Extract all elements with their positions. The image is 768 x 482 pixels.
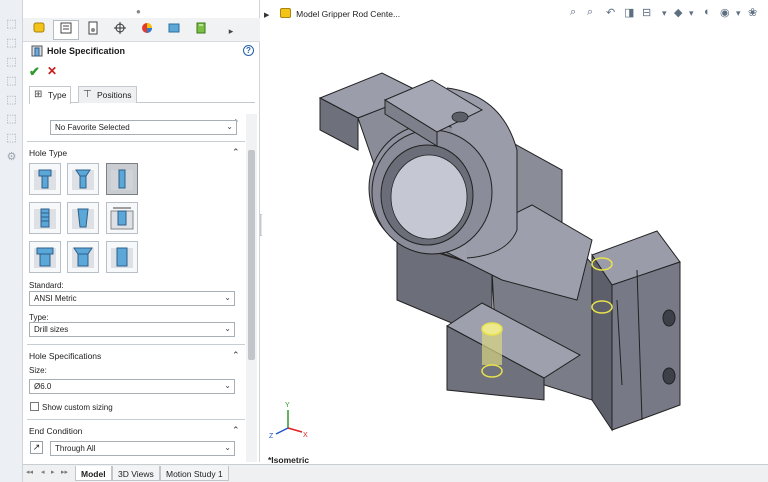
end-condition-value: Through All: [55, 444, 96, 453]
ok-button[interactable]: ✔: [29, 64, 40, 80]
sketch-icon[interactable]: ⬚: [5, 37, 18, 50]
section-divider: [27, 141, 245, 142]
type-tab-icon: ⊞: [34, 89, 43, 100]
chevron-down-icon: ⌄: [224, 324, 231, 333]
weldment-icon[interactable]: ⬚: [5, 113, 18, 126]
tab-label: Positions: [97, 90, 132, 100]
favorite-value: No Favorite Selected: [55, 123, 130, 132]
type-select[interactable]: Drill sizes ⌄: [29, 322, 235, 337]
tab-type[interactable]: ⊞ Type: [29, 86, 72, 104]
standard-value: ANSI Metric: [34, 294, 77, 303]
countersink-slot-icon: [72, 247, 94, 268]
positions-tab-icon: ⊤: [83, 89, 92, 100]
pm-scrollbar-thumb[interactable]: [248, 150, 255, 360]
left-task-strip: ⬚ ⬚ ⬚ ⬚ ⬚ ⬚ ⬚ ⚙: [0, 0, 23, 482]
tab-label: Type: [48, 90, 67, 100]
end-condition-select[interactable]: Through All ⌄: [50, 441, 235, 456]
first-tab-arrow-icon[interactable]: ◂◂: [26, 468, 33, 476]
hole-wizard-icon: [31, 45, 43, 57]
chevron-down-icon: ⌄: [226, 122, 233, 131]
straight-tap-button[interactable]: [29, 202, 61, 234]
property-manager-panel: ● ▸ Hole Specification ? ✔ ✕ ⊞ Type ⊤ Po…: [23, 0, 260, 462]
straight-tap-icon: [34, 208, 56, 229]
more-managers-button[interactable]: ▸: [218, 20, 244, 40]
tapered-tap-button[interactable]: [67, 202, 99, 234]
countersink-icon: [72, 169, 94, 190]
tapered-tap-icon: [72, 208, 94, 229]
panel-drag-handle[interactable]: ●: [136, 7, 141, 16]
pm-scrollbar[interactable]: [246, 114, 257, 462]
camera-manager-tab[interactable]: [161, 20, 187, 40]
end-condition-title: End Condition: [29, 426, 83, 436]
legacy-hole-icon: [110, 207, 134, 230]
chevron-down-icon: ⌄: [224, 381, 231, 390]
svg-text:Y: Y: [285, 402, 290, 409]
surface-icon[interactable]: ⬚: [5, 75, 18, 88]
tab-motion-study-1[interactable]: Motion Study 1: [160, 466, 229, 481]
display-manager-tab[interactable]: [134, 20, 160, 40]
page-title: Hole Specification: [47, 46, 126, 56]
help-icon[interactable]: ?: [243, 45, 254, 56]
countersink-button[interactable]: [67, 163, 99, 195]
favorite-select[interactable]: No Favorite Selected ⌄: [50, 120, 237, 135]
bottom-tab-bar: ◂◂ ◂ ▸ ▸▸ Model 3D Views Motion Study 1: [23, 464, 768, 482]
section-divider: [27, 419, 245, 420]
property-manager-tab[interactable]: [53, 20, 79, 40]
size-value: Ø6.0: [34, 382, 52, 391]
custom-sizing-checkbox[interactable]: [30, 402, 39, 411]
configuration-manager-tab[interactable]: [80, 20, 106, 40]
hole-spec-collapse-chevron-icon[interactable]: ⌃: [232, 350, 240, 361]
hole-type-collapse-chevron-icon[interactable]: ⌃: [232, 147, 240, 158]
hole-type-title: Hole Type: [29, 148, 68, 158]
dimension-icon[interactable]: ⬚: [5, 56, 18, 69]
size-select[interactable]: Ø6.0 ⌄: [29, 379, 235, 394]
hole-icon: [111, 169, 133, 190]
graphics-area[interactable]: ▶ Model Gripper Rod Cente... ⌕ ⌕ ↶ ◨ ⊟ ▾…: [262, 0, 768, 465]
counterbore-button[interactable]: [29, 163, 61, 195]
pm-header: Hole Specification ?: [28, 45, 256, 61]
dimxpert-manager-tab[interactable]: [107, 20, 133, 40]
type-label: Type:: [29, 313, 49, 322]
cancel-button[interactable]: ✕: [47, 64, 57, 78]
standard-select[interactable]: ANSI Metric ⌄: [29, 291, 235, 306]
end-condition-collapse-chevron-icon[interactable]: ⌃: [232, 425, 240, 436]
size-label: Size:: [29, 366, 47, 375]
counterbore-slot-icon: [34, 247, 56, 268]
chevron-down-icon: ⌄: [224, 293, 231, 302]
pm-tabs: ⊞ Type ⊤ Positions: [29, 86, 255, 104]
feature-icon[interactable]: ⬚: [5, 18, 18, 31]
custom-sizing-label: Show custom sizing: [42, 403, 113, 412]
tab-positions[interactable]: ⊤ Positions: [78, 86, 137, 103]
hole-specifications-title: Hole Specifications: [29, 351, 102, 361]
svg-text:Z: Z: [269, 433, 274, 440]
type-value: Drill sizes: [34, 325, 69, 334]
reverse-direction-icon[interactable]: ↗: [30, 441, 43, 454]
sheet-metal-icon[interactable]: ⬚: [5, 94, 18, 107]
counterbore-icon: [34, 169, 56, 190]
section-divider: [27, 344, 245, 345]
feature-manager-tab[interactable]: [26, 20, 52, 40]
legacy-hole-button[interactable]: [106, 202, 138, 234]
tab-3d-views[interactable]: 3D Views: [112, 466, 160, 481]
cam-manager-tab[interactable]: [188, 20, 214, 40]
slot-icon: [111, 247, 133, 268]
next-tab-arrow-icon[interactable]: ▸: [51, 468, 55, 476]
svg-text:X: X: [303, 432, 308, 439]
evaluate-icon[interactable]: ⚙: [5, 151, 18, 164]
standard-label: Standard:: [29, 281, 64, 290]
counterbore-slot-button[interactable]: [29, 241, 61, 273]
part-model-view[interactable]: Y X Z: [262, 0, 768, 464]
tab-model[interactable]: Model: [75, 466, 112, 481]
coordinate-triad: Y X Z: [269, 402, 308, 440]
chevron-down-icon: ⌄: [224, 443, 231, 452]
slot-button[interactable]: [106, 241, 138, 273]
mold-icon[interactable]: ⬚: [5, 132, 18, 145]
countersink-slot-button[interactable]: [67, 241, 99, 273]
hole-button[interactable]: [106, 163, 138, 195]
prev-tab-arrow-icon[interactable]: ◂: [41, 468, 45, 476]
last-tab-arrow-icon[interactable]: ▸▸: [61, 468, 68, 476]
